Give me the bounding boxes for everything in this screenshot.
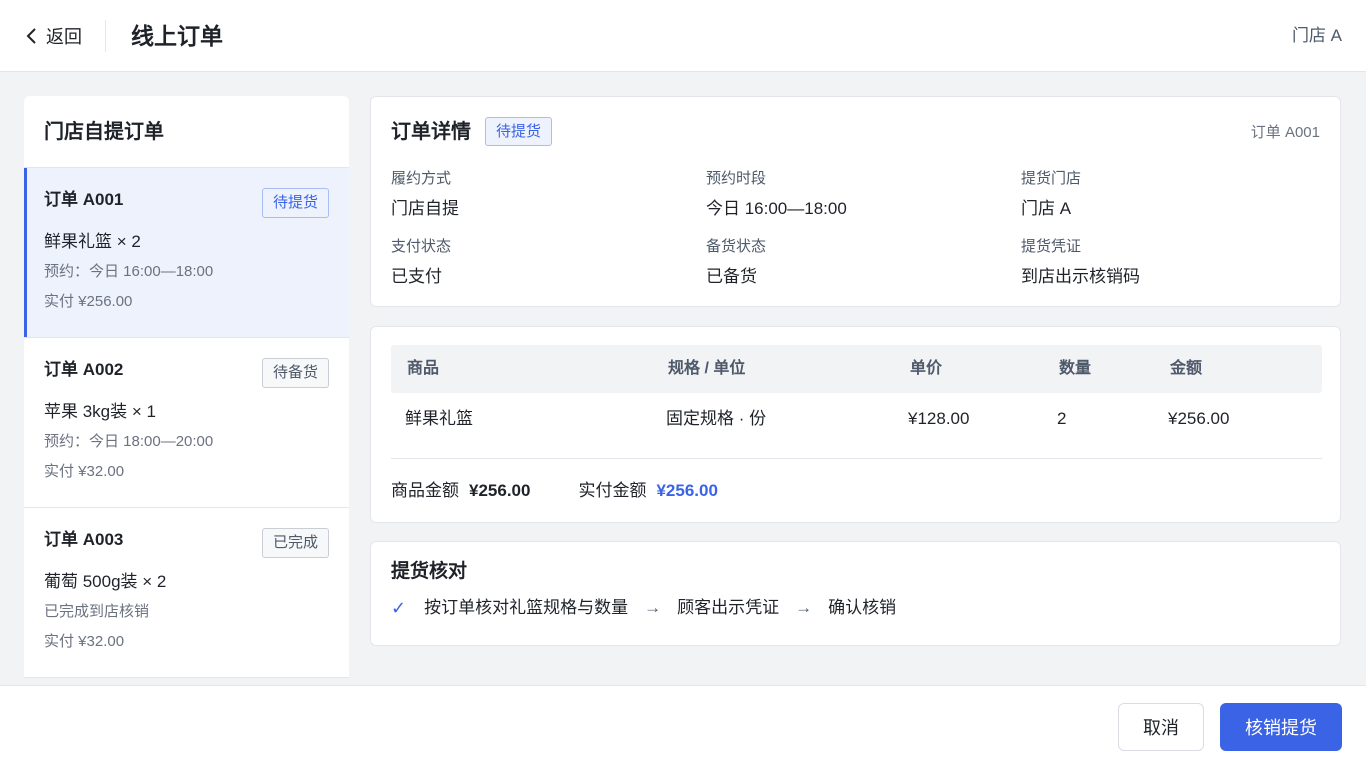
info-label: 履约方式 <box>391 170 452 187</box>
info-label: 备货状态 <box>706 238 767 255</box>
cell-price: ¥128.00 <box>908 409 970 428</box>
order-list-item-a001[interactable]: 订单 A001 待提货 鲜果礼篮 × 2 预约：今日 16:00—18:00 实… <box>24 168 349 338</box>
info-value: 已支付 <box>391 267 442 286</box>
info-pickup-voucher: 提货凭证 到店出示核销码 <box>1021 237 1321 289</box>
order-paid: 实付 ¥32.00 <box>44 633 125 650</box>
info-fulfillment: 履约方式 门店自提 <box>391 169 691 221</box>
order-goods: 苹果 3kg装 × 1 <box>44 402 156 421</box>
info-pickup-store: 提货门店 门店 A <box>1021 169 1321 221</box>
cell-spec: 固定规格 · 份 <box>666 409 767 428</box>
order-appointment: 已完成到店核销 <box>44 603 150 620</box>
page-title: 线上订单 <box>131 23 223 49</box>
subtotal-label: 商品金额 <box>391 481 459 500</box>
verify-step-3: 确认核销 <box>828 598 897 617</box>
col-qty: 数量 <box>1059 360 1092 377</box>
chevron-left-icon <box>26 28 36 44</box>
back-button[interactable]: 返回 <box>24 22 82 50</box>
order-detail-card: 订单详情 待提货 订单 A001 履约方式 门店自提 预约时段 今日 16:00… <box>370 96 1341 307</box>
back-label: 返回 <box>46 27 82 47</box>
info-label: 提货门店 <box>1021 170 1082 187</box>
goods-summary: 商品金额 ¥256.00 实付金额 ¥256.00 <box>391 479 718 503</box>
info-payment-status: 支付状态 已支付 <box>391 237 691 289</box>
info-value: 已备货 <box>706 267 757 286</box>
status-badge: 待提货 <box>261 188 329 218</box>
status-badge: 已完成 <box>261 528 329 558</box>
info-timeslot: 预约时段 今日 16:00—18:00 <box>706 169 1006 221</box>
arrow-right-icon: → <box>644 598 662 617</box>
check-icon: ✓ <box>391 598 407 618</box>
cell-amount: ¥256.00 <box>1168 409 1230 428</box>
col-amount: 金额 <box>1170 360 1203 377</box>
detail-title: 订单详情 <box>391 120 471 143</box>
confirm-pickup-button[interactable]: 核销提货 <box>1220 703 1342 751</box>
pickup-verify-card: 提货核对 ✓ 按订单核对礼篮规格与数量 → 顾客出示凭证 → 确认核销 <box>370 541 1341 646</box>
paid-amount: ¥256.00 <box>656 481 718 500</box>
verify-step-1: 按订单核对礼篮规格与数量 <box>424 598 629 617</box>
bottom-action-bar: 取消 核销提货 <box>0 685 1366 768</box>
info-value: 今日 16:00—18:00 <box>706 199 847 218</box>
status-badge: 待备货 <box>261 358 329 388</box>
subtotal-amount: ¥256.00 <box>469 481 531 500</box>
info-stock-status: 备货状态 已备货 <box>706 237 1006 289</box>
arrow-right-icon: → <box>795 598 813 617</box>
info-label: 提货凭证 <box>1021 238 1082 255</box>
order-list-item-a002[interactable]: 订单 A002 待备货 苹果 3kg装 × 1 预约：今日 18:00—20:0… <box>24 338 349 508</box>
table-row: 鲜果礼篮 固定规格 · 份 ¥128.00 2 ¥256.00 <box>391 393 1322 459</box>
detail-header: 订单详情 待提货 <box>391 117 553 146</box>
col-spec: 规格 / 单位 <box>668 360 746 377</box>
detail-order-number: 订单 A001 <box>1250 124 1320 141</box>
order-paid: 实付 ¥32.00 <box>44 463 125 480</box>
order-appointment: 预约：今日 18:00—20:00 <box>44 433 214 450</box>
cell-qty: 2 <box>1057 409 1067 428</box>
table-header: 商品 规格 / 单位 单价 数量 金额 <box>391 345 1322 393</box>
order-appointment: 预约：今日 16:00—18:00 <box>44 263 214 280</box>
verify-title: 提货核对 <box>391 561 468 582</box>
paid-label: 实付金额 <box>578 481 647 500</box>
goods-table: 商品 规格 / 单位 单价 数量 金额 鲜果礼篮 固定规格 · 份 ¥128.0… <box>391 345 1322 459</box>
order-list-item-a003[interactable]: 订单 A003 已完成 葡萄 500g装 × 2 已完成到店核销 实付 ¥32.… <box>24 508 349 678</box>
info-label: 支付状态 <box>391 238 452 255</box>
info-label: 预约时段 <box>706 170 767 187</box>
order-list-title: 门店自提订单 <box>24 96 349 168</box>
goods-card: 商品 规格 / 单位 单价 数量 金额 鲜果礼篮 固定规格 · 份 ¥128.0… <box>370 326 1341 523</box>
col-goods: 商品 <box>407 360 440 377</box>
order-goods: 鲜果礼篮 × 2 <box>44 232 141 251</box>
top-bar: 返回 线上订单 门店 A <box>0 0 1366 72</box>
store-name[interactable]: 门店 A <box>1292 24 1342 48</box>
col-price: 单价 <box>910 360 943 377</box>
order-paid: 实付 ¥256.00 <box>44 293 133 310</box>
cell-goods: 鲜果礼篮 <box>405 409 473 428</box>
info-value: 门店 A <box>1021 199 1072 218</box>
order-goods: 葡萄 500g装 × 2 <box>44 572 167 591</box>
verify-steps: ✓ 按订单核对礼篮规格与数量 → 顾客出示凭证 → 确认核销 <box>391 596 896 620</box>
detail-status-badge: 待提货 <box>485 117 553 146</box>
verify-step-2: 顾客出示凭证 <box>677 598 780 617</box>
info-value: 到店出示核销码 <box>1021 267 1140 286</box>
info-value: 门店自提 <box>391 199 459 218</box>
header-divider <box>105 20 106 52</box>
order-list-panel: 门店自提订单 订单 A001 待提货 鲜果礼篮 × 2 预约：今日 16:00—… <box>24 96 349 678</box>
cancel-button[interactable]: 取消 <box>1118 703 1204 751</box>
